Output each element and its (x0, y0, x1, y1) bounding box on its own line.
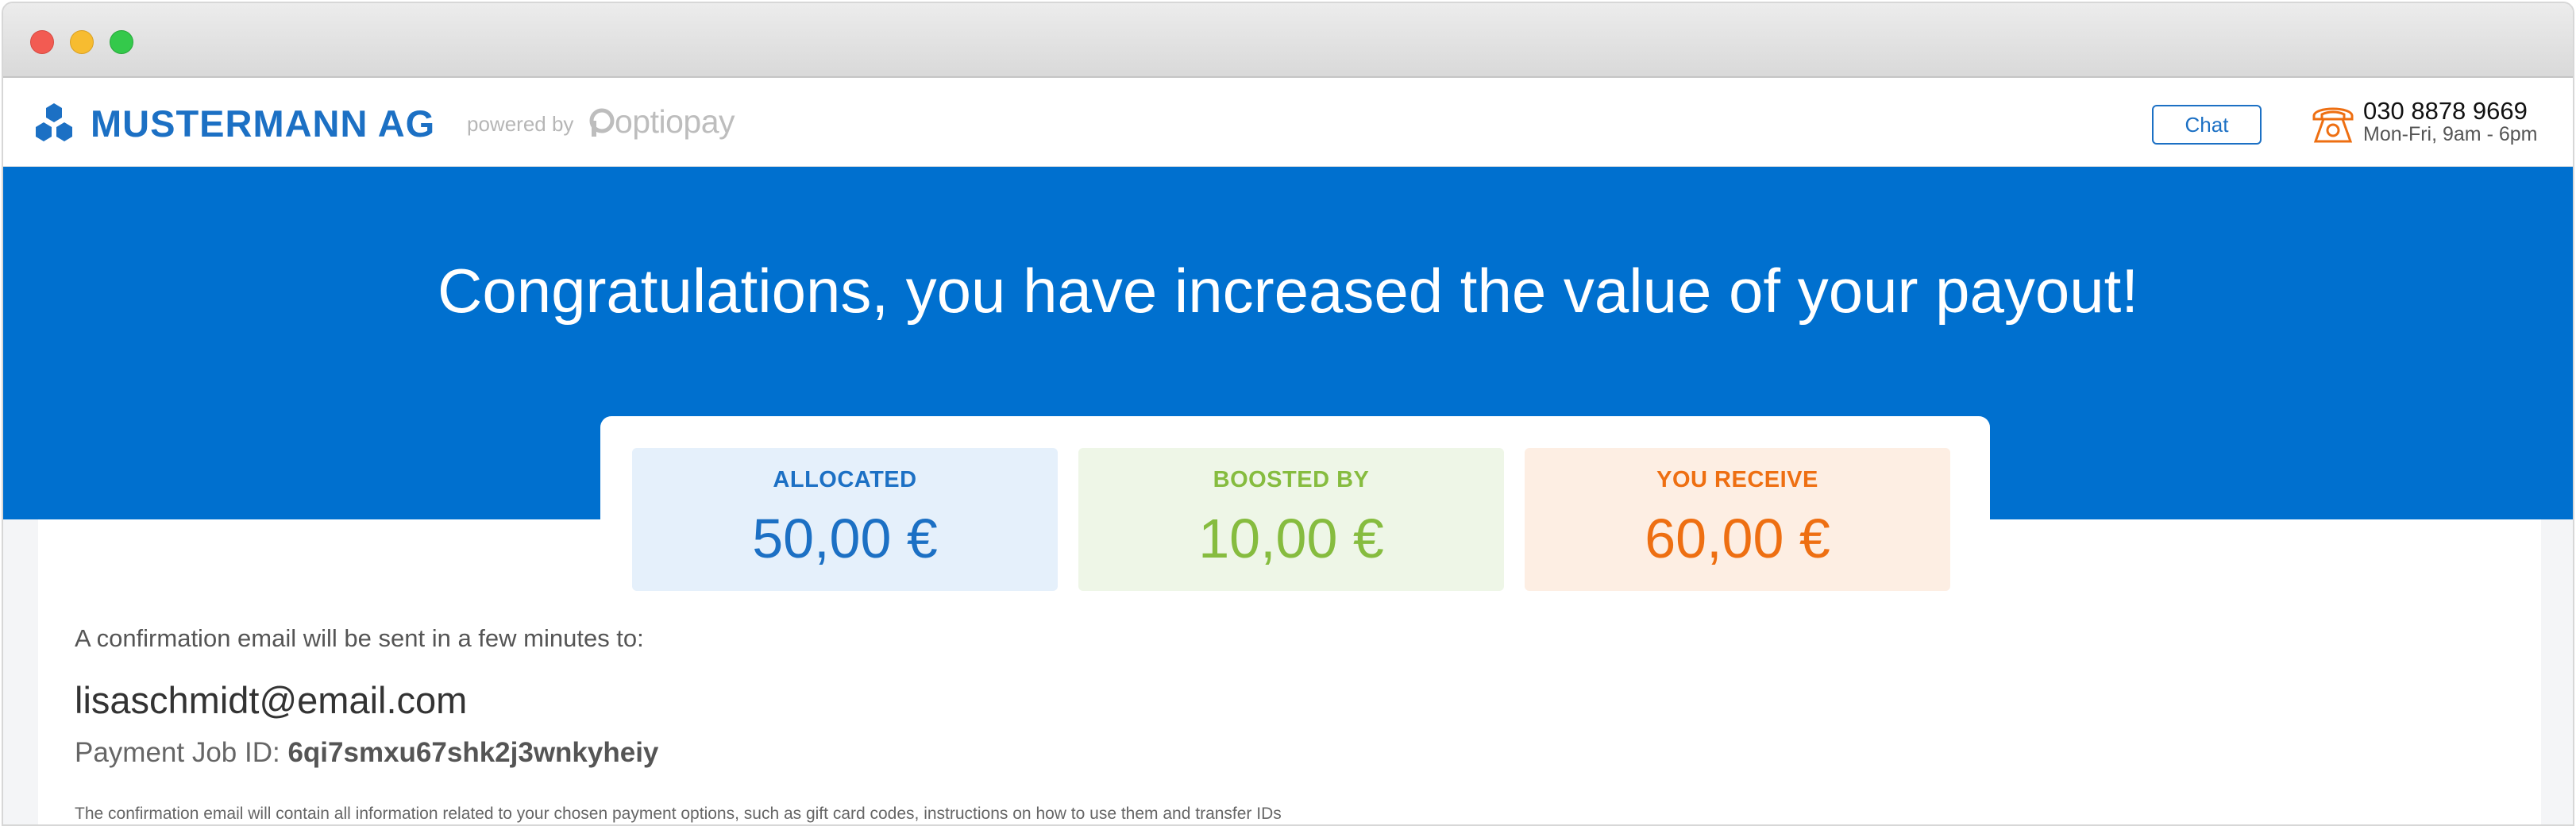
chat-button[interactable]: Chat (2152, 105, 2262, 145)
boosted-label: BOOSTED BY (1213, 467, 1370, 492)
window-titlebar (3, 3, 2573, 78)
powered-by-label: powered by (467, 112, 574, 136)
payout-summary-card: ALLOCATED 50,00 € BOOSTED BY 10,00 € YOU… (600, 416, 1990, 607)
phone-number[interactable]: 030 8878 9669 (2363, 97, 2528, 125)
recipient-email: lisaschmidt@email.com (75, 679, 468, 721)
page-title: Congratulations, you have increased the … (437, 256, 2139, 326)
site-header: MUSTERMANN AG powered by optiopay Chat 0… (3, 78, 2573, 167)
receive-label: YOU RECEIVE (1656, 467, 1818, 492)
brand-name[interactable]: MUSTERMANN AG (91, 100, 435, 148)
receive-value: 60,00 € (1645, 508, 1830, 569)
allocated-value: 50,00 € (752, 508, 938, 569)
window-zoom-button[interactable] (110, 30, 133, 54)
window-close-button[interactable] (30, 30, 54, 54)
browser-window: MUSTERMANN AG powered by optiopay Chat 0… (2, 2, 2574, 826)
boosted-amount-box: BOOSTED BY 10,00 € (1078, 448, 1504, 591)
payment-job-id: Payment Job ID: 6qi7smxu67shk2j3wnkyheiy (75, 735, 658, 770)
boosted-value: 10,00 € (1198, 508, 1384, 569)
allocated-amount-box: ALLOCATED 50,00 € (632, 448, 1058, 591)
partner-name: optiopay (615, 103, 735, 140)
telephone-icon (2312, 107, 2354, 143)
receive-amount-box: YOU RECEIVE 60,00 € (1525, 448, 1950, 591)
confirmation-intro: A confirmation email will be sent in a f… (75, 624, 644, 652)
payment-job-value: 6qi7smxu67shk2j3wnkyheiy (287, 737, 659, 768)
optiopay-logo-icon (589, 108, 615, 137)
hexagon-cluster-icon (36, 103, 72, 141)
payment-job-label: Payment Job ID: (75, 737, 288, 768)
window-minimize-button[interactable] (70, 30, 94, 54)
phone-hours: Mon-Fri, 9am - 6pm (2363, 123, 2538, 145)
confirmation-footnote: The confirmation email will contain all … (75, 805, 1282, 823)
allocated-label: ALLOCATED (773, 467, 917, 492)
